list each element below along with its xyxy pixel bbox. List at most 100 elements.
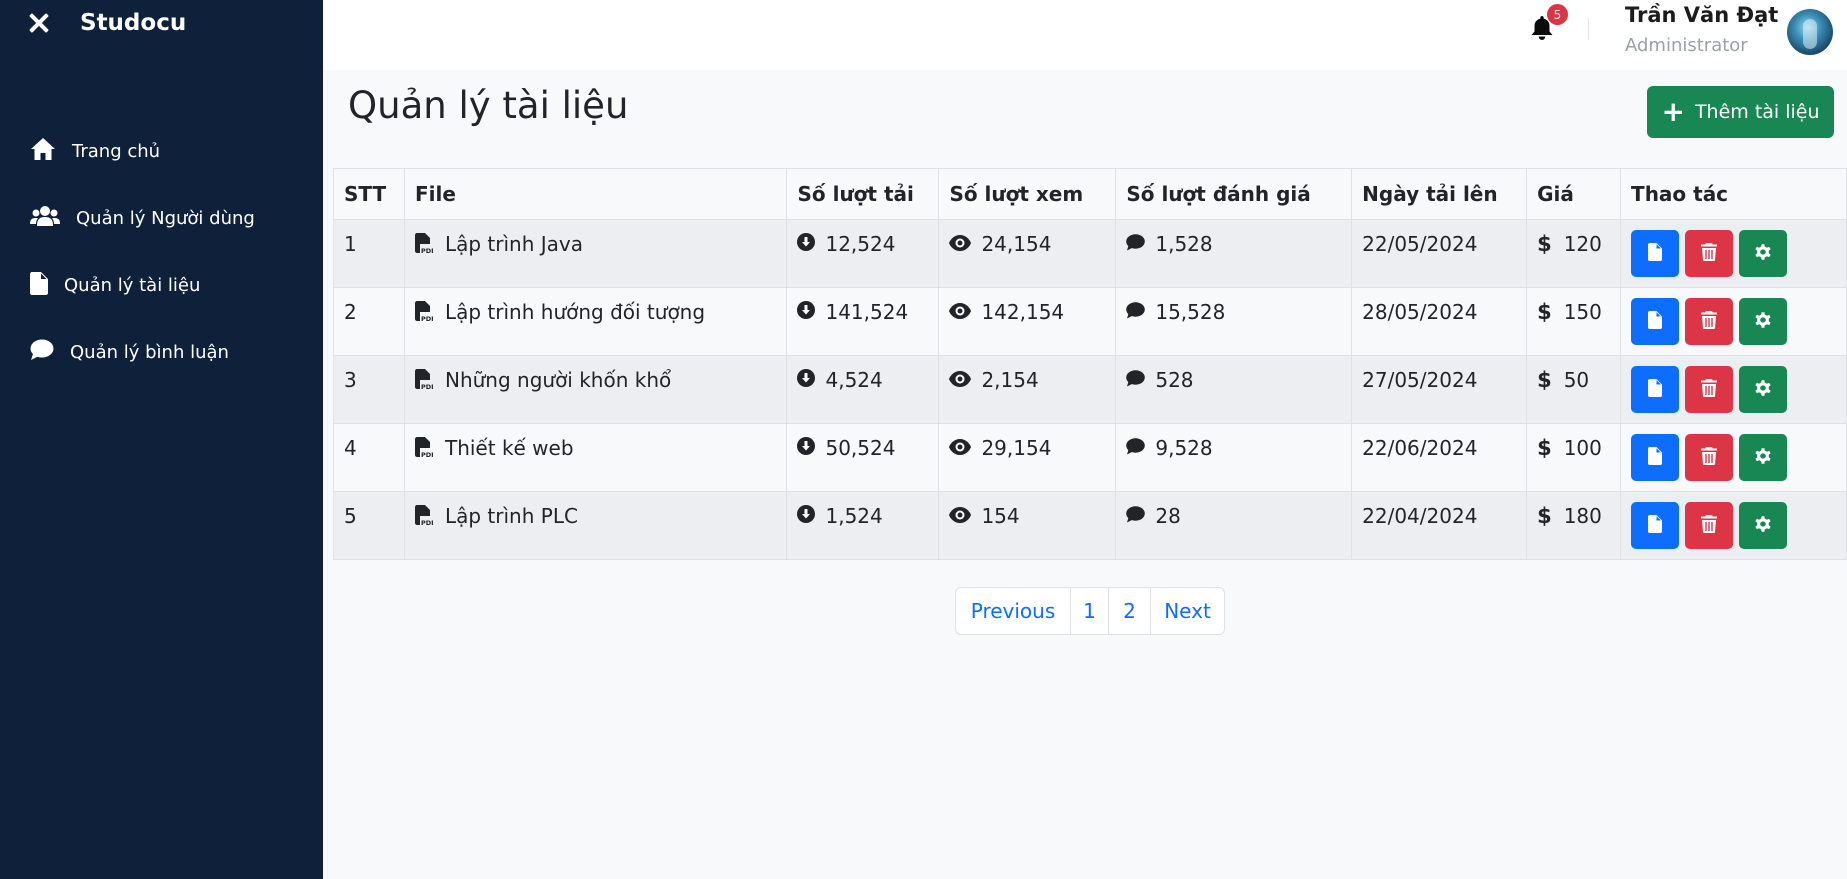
upload-date: 27/05/2024 xyxy=(1362,368,1478,392)
brand-name: Studocu xyxy=(80,10,187,36)
main-content: Quản lý tài liệu + Thêm tài liệu STT Fil… xyxy=(323,70,1847,879)
file-name[interactable]: Lập trình hướng đối tượng xyxy=(445,300,705,324)
settings-document-button[interactable] xyxy=(1739,298,1788,345)
file-name[interactable]: Lập trình PLC xyxy=(445,504,578,528)
delete-document-button[interactable] xyxy=(1685,298,1734,345)
pagination-previous[interactable]: Previous xyxy=(956,588,1071,634)
pagination-page-2[interactable]: 2 xyxy=(1109,588,1151,634)
views-value: 2,154 xyxy=(981,368,1039,392)
downloads-value: 4,524 xyxy=(825,368,883,392)
delete-document-button[interactable] xyxy=(1685,366,1734,413)
cell-ratings: 9,528 xyxy=(1115,423,1353,492)
upload-date: 22/04/2024 xyxy=(1362,504,1478,528)
view-document-button[interactable] xyxy=(1631,298,1680,345)
cell-price: $ 120 xyxy=(1526,219,1622,288)
pdf-file-icon: PDF xyxy=(414,437,436,459)
ratings-value: 528 xyxy=(1155,368,1194,392)
cell-actions xyxy=(1620,355,1847,424)
delete-document-button[interactable] xyxy=(1685,502,1734,549)
gear-icon xyxy=(1754,447,1772,468)
add-document-button[interactable]: + Thêm tài liệu xyxy=(1647,86,1834,138)
cell-actions xyxy=(1620,287,1847,356)
table-row: 5 PDF Lập trình PLC 1,524 154 xyxy=(333,491,1847,560)
price-value: 50 xyxy=(1563,368,1590,392)
column-header: File xyxy=(403,168,788,220)
delete-document-button[interactable] xyxy=(1685,230,1734,277)
comment-icon xyxy=(1126,504,1155,528)
cell-ratings: 28 xyxy=(1115,491,1353,560)
cell-date: 22/06/2024 xyxy=(1351,423,1528,492)
ratings-value: 15,528 xyxy=(1155,300,1226,324)
eye-icon xyxy=(949,300,981,324)
add-document-label: Thêm tài liệu xyxy=(1694,101,1820,123)
sidebar-item-label: Quản lý tài liệu xyxy=(64,275,201,296)
top-header: 5 Trần Văn Đạt Administrator xyxy=(323,0,1847,70)
file-name[interactable]: Những người khốn khổ xyxy=(445,368,671,392)
cell-price: $ 180 xyxy=(1526,491,1622,560)
table-row: 4 PDF Thiết kế web 50,524 29,1 xyxy=(333,423,1847,492)
pagination-next[interactable]: Next xyxy=(1151,588,1224,634)
column-header: Ngày tải lên xyxy=(1351,168,1528,220)
download-icon xyxy=(797,436,825,460)
sidebar-item-documents[interactable]: Quản lý tài liệu xyxy=(30,252,323,319)
settings-document-button[interactable] xyxy=(1739,434,1788,481)
sidebar-item-comments[interactable]: Quản lý bình luận xyxy=(30,319,323,386)
cell-stt: 5 xyxy=(333,491,405,560)
file-icon xyxy=(1648,515,1663,536)
stt-value: 1 xyxy=(344,232,357,256)
stt-value: 4 xyxy=(344,436,357,460)
user-role: Administrator xyxy=(1625,35,1748,56)
sidebar-item-label: Quản lý bình luận xyxy=(70,342,229,363)
cell-file: PDF Lập trình PLC xyxy=(403,491,788,560)
column-header: Số lượt đánh giá xyxy=(1115,168,1353,220)
trash-icon xyxy=(1701,515,1718,536)
cell-date: 27/05/2024 xyxy=(1351,355,1528,424)
close-icon[interactable] xyxy=(26,10,52,36)
view-document-button[interactable] xyxy=(1631,434,1680,481)
sidebar-item-home[interactable]: Trang chủ xyxy=(30,118,323,185)
users-icon xyxy=(30,205,60,232)
sidebar-item-users[interactable]: Quản lý Người dùng xyxy=(30,185,323,252)
cell-downloads: 4,524 xyxy=(786,355,940,424)
delete-document-button[interactable] xyxy=(1685,434,1734,481)
dollar-icon: $ xyxy=(1537,368,1552,392)
pdf-file-icon: PDF xyxy=(414,233,436,255)
file-name[interactable]: Thiết kế web xyxy=(445,436,574,460)
pdf-file-icon: PDF xyxy=(414,505,436,527)
eye-icon xyxy=(949,232,981,256)
price-value: 120 xyxy=(1563,232,1602,256)
cell-downloads: 12,524 xyxy=(786,219,940,288)
settings-document-button[interactable] xyxy=(1739,502,1788,549)
cell-actions xyxy=(1620,491,1847,560)
trash-icon xyxy=(1701,311,1718,332)
ratings-value: 9,528 xyxy=(1155,436,1213,460)
settings-document-button[interactable] xyxy=(1739,230,1788,277)
table-header-row: STT File Số lượt tải Số lượt xem Số lượt… xyxy=(333,168,1847,220)
views-value: 24,154 xyxy=(981,232,1052,256)
cell-views: 142,154 xyxy=(938,287,1117,356)
trash-icon xyxy=(1701,243,1718,264)
pagination: Previous 1 2 Next xyxy=(955,587,1225,635)
pagination-page-1[interactable]: 1 xyxy=(1071,588,1109,634)
svg-text:PDF: PDF xyxy=(421,383,433,391)
cell-price: $ 100 xyxy=(1526,423,1622,492)
file-icon xyxy=(1648,311,1663,332)
view-document-button[interactable] xyxy=(1631,230,1680,277)
stt-value: 3 xyxy=(344,368,357,392)
avatar[interactable] xyxy=(1787,9,1833,55)
settings-document-button[interactable] xyxy=(1739,366,1788,413)
cell-stt: 3 xyxy=(333,355,405,424)
view-document-button[interactable] xyxy=(1631,502,1680,549)
column-header: Giá xyxy=(1526,168,1622,220)
cell-date: 22/04/2024 xyxy=(1351,491,1528,560)
table-row: 2 PDF Lập trình hướng đối tượng 141,524 xyxy=(333,287,1847,356)
cell-file: PDF Những người khốn khổ xyxy=(403,355,788,424)
download-icon xyxy=(797,232,825,256)
comment-icon xyxy=(1126,300,1155,324)
file-name[interactable]: Lập trình Java xyxy=(445,232,583,256)
download-icon xyxy=(797,300,825,324)
view-document-button[interactable] xyxy=(1631,366,1680,413)
comment-icon xyxy=(1126,232,1155,256)
cell-stt: 2 xyxy=(333,287,405,356)
download-icon xyxy=(797,368,825,392)
